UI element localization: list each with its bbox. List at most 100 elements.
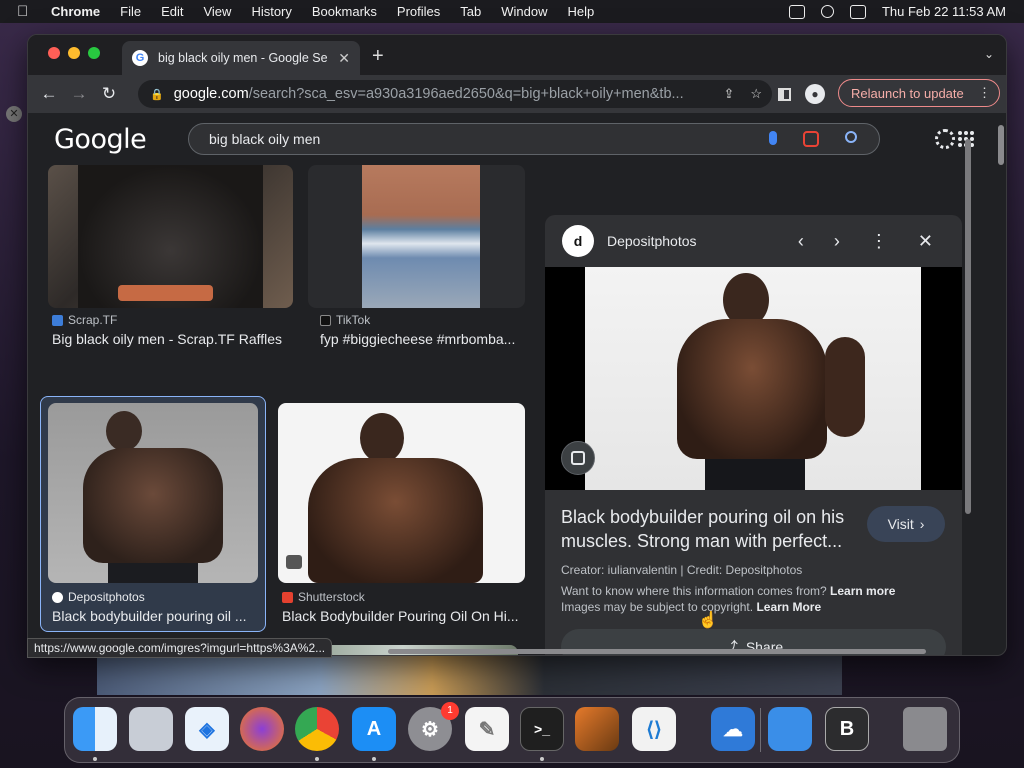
screen-mirroring-icon[interactable]: [788, 4, 805, 19]
result-source[interactable]: Shutterstock: [282, 590, 365, 604]
menu-history[interactable]: History: [251, 4, 291, 19]
menu-bookmarks[interactable]: Bookmarks: [312, 4, 377, 19]
result-source[interactable]: Depositphotos: [52, 590, 145, 604]
learn-more-link[interactable]: Learn more: [830, 584, 895, 598]
more-options-icon[interactable]: ⋮: [870, 231, 888, 252]
safari-icon[interactable]: ◈: [185, 707, 229, 751]
finder-icon[interactable]: [73, 707, 117, 751]
menu-profiles[interactable]: Profiles: [397, 4, 440, 19]
back-button[interactable]: ←: [34, 84, 64, 104]
lock-icon[interactable]: 🔒: [150, 88, 164, 101]
tab-search-chevron-icon[interactable]: ⌄: [984, 47, 994, 61]
search-icon[interactable]: [845, 131, 857, 143]
gear-icon[interactable]: [935, 129, 955, 149]
running-indicator: [372, 757, 376, 761]
window-minimize-button[interactable]: [68, 47, 80, 59]
browser-toolbar: ← → ↻ 🔒 google.com /search?sca_esv=a930a…: [28, 75, 1006, 113]
depositphotos-favicon-icon: [52, 591, 63, 603]
preview-title[interactable]: Black bodybuilder pouring oil on his mus…: [561, 505, 861, 553]
menu-help[interactable]: Help: [568, 4, 595, 19]
menu-window[interactable]: Window: [501, 4, 547, 19]
menu-app-name[interactable]: Chrome: [51, 4, 100, 19]
tab-google-search[interactable]: G big black oily men - Google Se ✕: [122, 41, 360, 75]
chrome-icon[interactable]: [295, 707, 339, 751]
bookmark-star-icon[interactable]: ☆: [750, 86, 762, 102]
new-tab-button[interactable]: +: [372, 45, 384, 68]
garageband-icon[interactable]: [575, 707, 619, 751]
image-badge-icon: [286, 555, 302, 569]
profile-avatar-icon[interactable]: ●: [805, 84, 825, 104]
result-title[interactable]: Black bodybuilder pouring oil ...: [52, 608, 257, 624]
spotlight-search-icon[interactable]: [820, 5, 834, 18]
result-title[interactable]: Black Bodybuilder Pouring Oil On Hi...: [282, 608, 522, 624]
forward-button[interactable]: →: [64, 84, 94, 104]
chevron-right-icon: ›: [919, 516, 925, 532]
status-bar-url: https://www.google.com/imgres?imgurl=htt…: [27, 638, 333, 658]
url-path: /search?sca_esv=a930a3196aed2650&q=big+b…: [248, 86, 684, 102]
lens-icon: [571, 451, 585, 465]
depositphotos-logo-icon[interactable]: d: [562, 225, 594, 257]
vscode-icon[interactable]: ⟨⟩: [632, 707, 676, 751]
bbedit-icon[interactable]: B: [825, 707, 869, 751]
voice-search-icon[interactable]: [769, 131, 777, 145]
result-title[interactable]: fyp #biggiecheese #mrbomba...: [320, 331, 530, 347]
google-lens-icon[interactable]: [803, 131, 819, 147]
window-zoom-button[interactable]: [88, 47, 100, 59]
menubar-clock[interactable]: Thu Feb 22 11:53 AM: [882, 4, 1006, 19]
search-inside-image-button[interactable]: [561, 441, 595, 475]
more-menu-icon[interactable]: ⋮: [978, 85, 991, 101]
apple-icon[interactable]: : [17, 3, 35, 20]
menu-tab[interactable]: Tab: [460, 4, 481, 19]
result-source-name: Scrap.TF: [68, 313, 118, 327]
tab-title: big black oily men - Google Se: [158, 51, 328, 65]
scraptf-favicon-icon: [52, 314, 63, 326]
preview-source-name[interactable]: Depositphotos: [607, 233, 697, 249]
relaunch-update-button[interactable]: Relaunch to update ⋮: [838, 79, 1000, 107]
close-icon[interactable]: ✕: [6, 106, 22, 122]
result-source[interactable]: Scrap.TF: [52, 313, 117, 327]
address-bar[interactable]: 🔒 google.com /search?sca_esv=a930a3196ae…: [138, 80, 772, 108]
result-source-name: Shutterstock: [298, 590, 365, 604]
control-center-icon[interactable]: [849, 4, 866, 19]
horizontal-scrollbar[interactable]: [388, 649, 926, 654]
copyright-text: Images may be subject to copyright.: [561, 600, 754, 614]
tab-close-icon[interactable]: ✕: [338, 50, 350, 67]
share-page-icon[interactable]: ⇪: [723, 86, 734, 102]
app-store-icon[interactable]: A: [352, 707, 396, 751]
result-title[interactable]: Big black oily men - Scrap.TF Raffles: [52, 331, 292, 347]
visit-button[interactable]: Visit ›: [867, 506, 945, 542]
result-thumbnail[interactable]: [48, 165, 293, 308]
keynote-icon[interactable]: [768, 707, 812, 751]
menu-bar:  Chrome File Edit View History Bookmark…: [0, 0, 1024, 23]
panel-scrollbar[interactable]: [965, 139, 971, 514]
weather-icon[interactable]: ☁: [711, 707, 755, 751]
terminal-icon[interactable]: >_: [520, 707, 564, 751]
textedit-icon[interactable]: ✎: [465, 707, 509, 751]
shutterstock-favicon-icon: [282, 591, 293, 603]
result-source[interactable]: TikTok: [320, 313, 370, 327]
notification-badge: 1: [441, 702, 459, 720]
result-thumbnail[interactable]: [278, 403, 525, 583]
image-credit: Creator: iulianvalentin | Credit: Deposi…: [561, 563, 803, 577]
next-image-icon[interactable]: ›: [834, 231, 840, 252]
previous-image-icon[interactable]: ‹: [798, 231, 804, 252]
page-scrollbar[interactable]: [998, 125, 1004, 165]
window-close-button[interactable]: [48, 47, 60, 59]
menu-file[interactable]: File: [120, 4, 141, 19]
reload-button[interactable]: ↻: [94, 84, 124, 104]
menu-edit[interactable]: Edit: [161, 4, 183, 19]
preview-image[interactable]: [545, 267, 962, 490]
menu-view[interactable]: View: [203, 4, 231, 19]
tiktok-favicon-icon: [320, 314, 331, 326]
close-panel-icon[interactable]: ✕: [918, 231, 933, 252]
result-thumbnail[interactable]: [308, 165, 525, 308]
firefox-icon[interactable]: [240, 707, 284, 751]
trash-icon[interactable]: [903, 707, 947, 751]
google-logo[interactable]: Google: [54, 124, 147, 155]
search-input[interactable]: big black oily men: [188, 123, 880, 155]
google-favicon-icon: G: [132, 50, 148, 66]
launchpad-icon[interactable]: [129, 707, 173, 751]
copyright-learn-more-link[interactable]: Learn More: [756, 600, 821, 614]
result-thumbnail[interactable]: [48, 403, 258, 583]
side-panel-icon[interactable]: [778, 87, 791, 101]
